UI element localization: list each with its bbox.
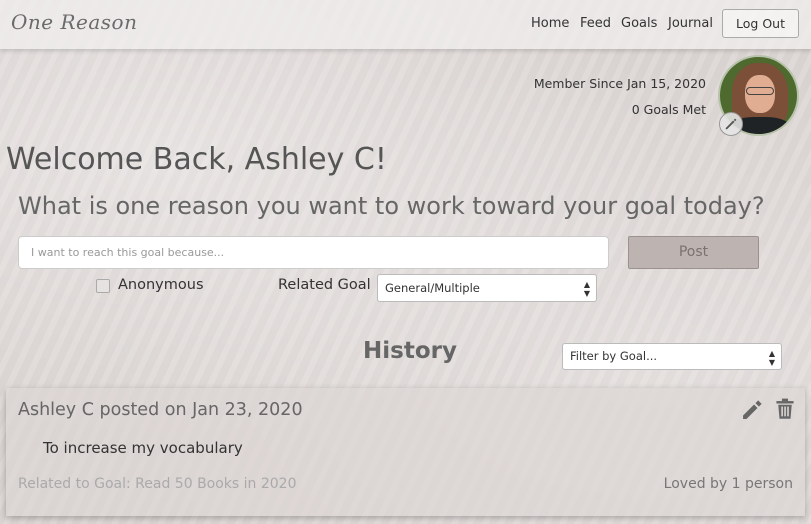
related-goal-select[interactable]: General/Multiple ▲ ▼ <box>377 274 597 302</box>
reason-input[interactable] <box>18 236 609 269</box>
post-button[interactable]: Post <box>628 236 759 269</box>
related-goal-label: Related Goal <box>278 277 371 293</box>
pencil-icon <box>743 400 762 419</box>
edit-avatar-button[interactable] <box>719 112 743 136</box>
post-header: Ashley C posted on Jan 23, 2020 <box>18 400 303 420</box>
history-heading: History <box>363 338 457 364</box>
nav-journal[interactable]: Journal <box>668 16 713 31</box>
trash-icon <box>776 398 794 419</box>
select-arrows-icon: ▲ ▼ <box>768 349 775 367</box>
edit-post-button[interactable] <box>741 399 763 425</box>
related-goal-link[interactable]: Related to Goal: Read 50 Books in 2020 <box>18 476 297 492</box>
delete-post-button[interactable] <box>775 398 795 424</box>
goals-met: 0 Goals Met <box>631 102 706 117</box>
select-arrows-icon: ▲ ▼ <box>583 280 590 298</box>
welcome-heading: Welcome Back, Ashley C! <box>6 142 387 177</box>
question-heading: What is one reason you want to work towa… <box>18 192 765 220</box>
anonymous-checkbox[interactable] <box>96 279 110 293</box>
navbar: One Reason Home Feed Goals Journal Log O… <box>0 0 811 49</box>
brand-logo[interactable]: One Reason <box>11 10 137 34</box>
filter-goal-value: Filter by Goal... <box>570 349 658 363</box>
filter-goal-select[interactable]: Filter by Goal... ▲ ▼ <box>562 343 782 370</box>
post-reason: To increase my vocabulary <box>43 439 243 457</box>
nav-goals[interactable]: Goals <box>621 16 657 31</box>
member-since: Member Since Jan 15, 2020 <box>533 76 706 91</box>
nav-feed[interactable]: Feed <box>580 16 611 31</box>
anonymous-label: Anonymous <box>118 277 204 293</box>
related-goal-value: General/Multiple <box>385 281 480 295</box>
nav-home[interactable]: Home <box>531 16 569 31</box>
pencil-icon <box>725 118 737 130</box>
post-card: Ashley C posted on Jan 23, 2020 To incre… <box>6 388 805 516</box>
logout-button[interactable]: Log Out <box>722 9 799 38</box>
loved-count[interactable]: Loved by 1 person <box>664 476 793 492</box>
